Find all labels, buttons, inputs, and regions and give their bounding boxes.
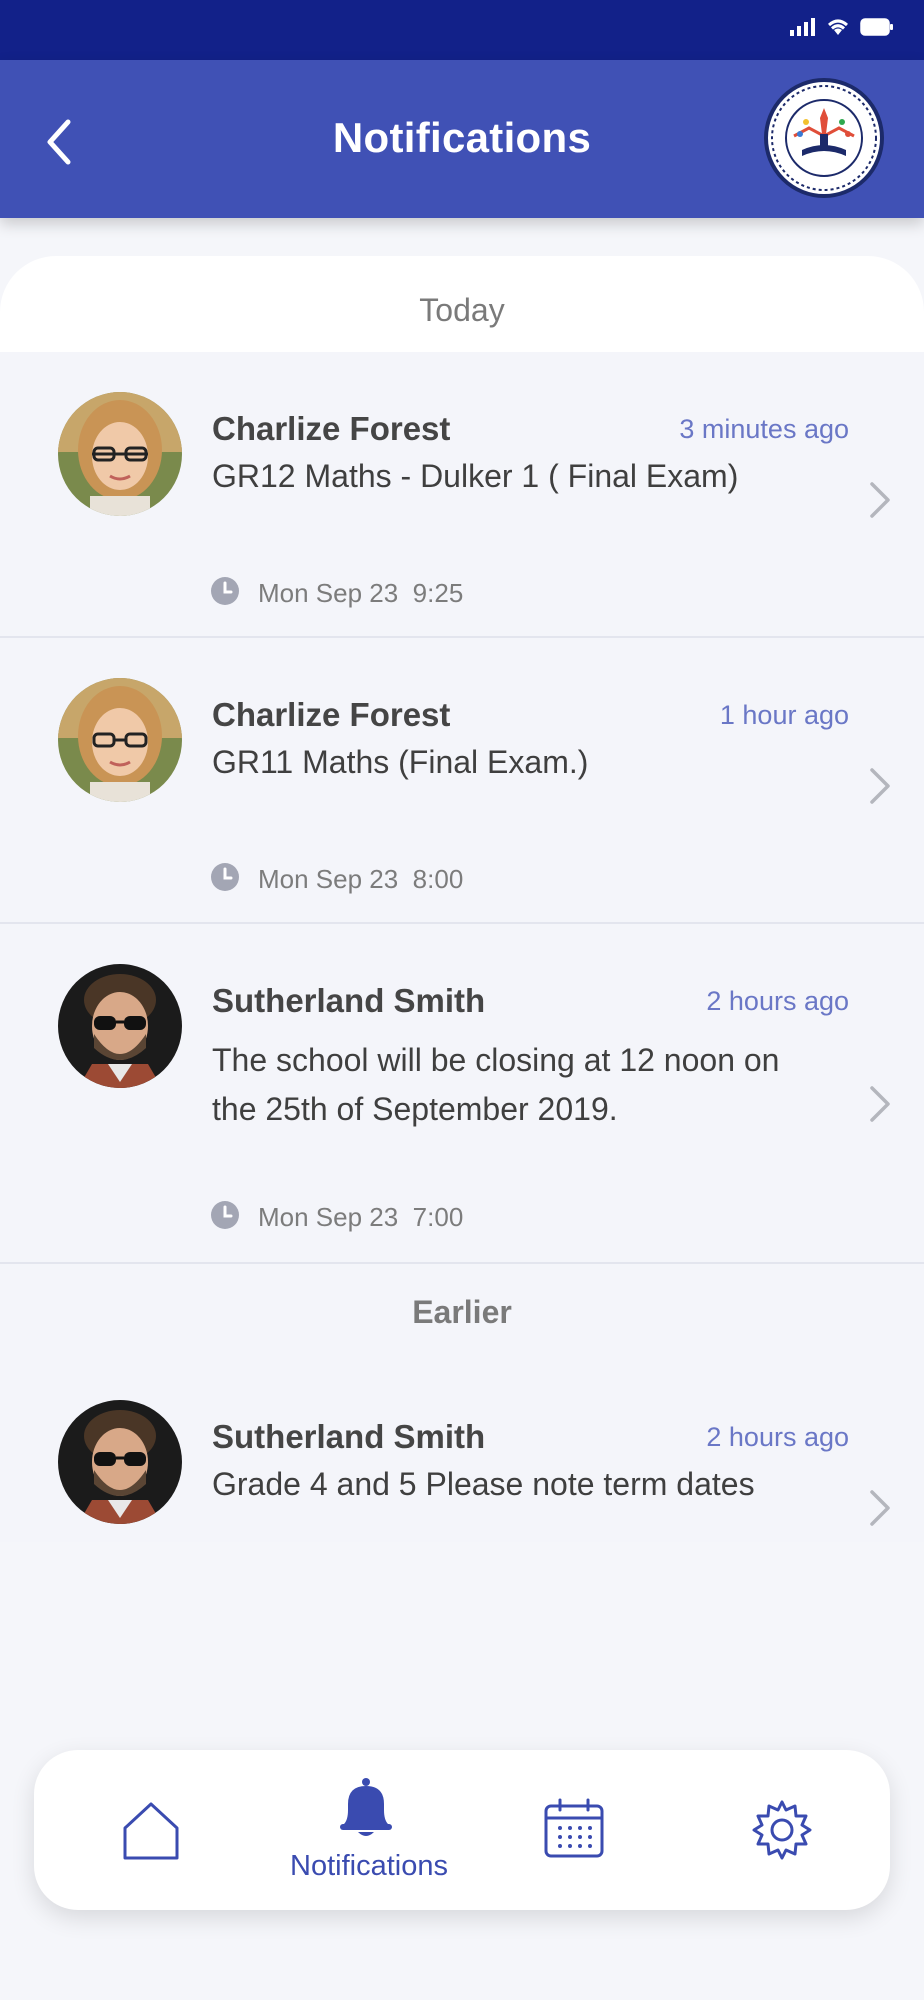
school-logo	[764, 78, 884, 198]
notification-item[interactable]: Sutherland Smith 2 hours ago Grade 4 and…	[0, 1360, 924, 1542]
calendar-icon	[544, 1798, 604, 1858]
tab-calendar[interactable]	[494, 1750, 654, 1910]
sender-name: Charlize Forest	[212, 696, 451, 733]
time-ago: 3 minutes ago	[679, 414, 849, 444]
chevron-right-icon	[870, 482, 890, 518]
tab-home[interactable]	[74, 1750, 224, 1910]
notification-message: GR12 Maths - Dulker 1 ( Final Exam)	[212, 458, 739, 494]
bell-icon	[340, 1778, 392, 1836]
sender-name: Sutherland Smith	[212, 1418, 486, 1455]
avatar	[58, 392, 182, 516]
sender-name: Sutherland Smith	[212, 982, 486, 1019]
notification-item[interactable]: Sutherland Smith 2 hours ago The school …	[0, 924, 924, 1264]
clock-icon	[211, 1201, 239, 1229]
notification-datetime: Mon Sep 23 7:00	[258, 1202, 463, 1233]
time-ago: 1 hour ago	[719, 700, 849, 730]
signal-icon	[790, 18, 815, 36]
notification-message: Grade 4 and 5 Please note term dates	[212, 1466, 755, 1502]
chevron-right-icon	[870, 1086, 890, 1122]
avatar	[58, 678, 182, 802]
notification-item[interactable]: Charlize Forest 1 hour ago GR11 Maths (F…	[0, 638, 924, 924]
tab-settings[interactable]	[704, 1750, 864, 1910]
avatar	[58, 964, 182, 1088]
notification-time: 7:00	[412, 1202, 464, 1232]
time-ago: 2 hours ago	[706, 1422, 849, 1452]
time-ago: 2 hours ago	[706, 986, 849, 1016]
battery-icon	[860, 18, 893, 36]
chevron-right-icon	[870, 1490, 890, 1526]
gear-icon	[752, 1800, 812, 1860]
home-icon	[123, 1802, 179, 1860]
tab-label-notifications: Notifications	[290, 1850, 448, 1882]
tab-notifications[interactable]: Notifications	[264, 1750, 474, 1910]
notification-message: The school will be closing at 12 noon on…	[212, 1042, 780, 1127]
section-header-earlier: Earlier	[412, 1294, 512, 1330]
section-header-today: Today	[419, 292, 505, 328]
notification-date: Mon Sep 23	[258, 578, 399, 608]
notification-date: Mon Sep 23	[258, 1202, 399, 1232]
notification-message: GR11 Maths (Final Exam.)	[212, 744, 589, 780]
clock-icon	[211, 577, 239, 605]
clock-icon	[211, 863, 239, 891]
notification-time: 9:25	[412, 578, 464, 608]
status-bar	[0, 0, 924, 60]
notification-date: Mon Sep 23	[258, 864, 399, 894]
notification-datetime: Mon Sep 23 9:25	[258, 578, 463, 609]
wifi-icon	[828, 19, 848, 35]
sender-name: Charlize Forest	[212, 410, 451, 447]
chevron-right-icon	[870, 768, 890, 804]
avatar	[58, 1400, 182, 1524]
bottom-tab-bar: Notifications	[34, 1750, 890, 1910]
app-header: Notifications	[0, 60, 924, 218]
notification-datetime: Mon Sep 23 8:00	[258, 864, 463, 895]
notification-time: 8:00	[412, 864, 464, 894]
notification-item[interactable]: Charlize Forest 3 minutes ago GR12 Maths…	[0, 352, 924, 638]
